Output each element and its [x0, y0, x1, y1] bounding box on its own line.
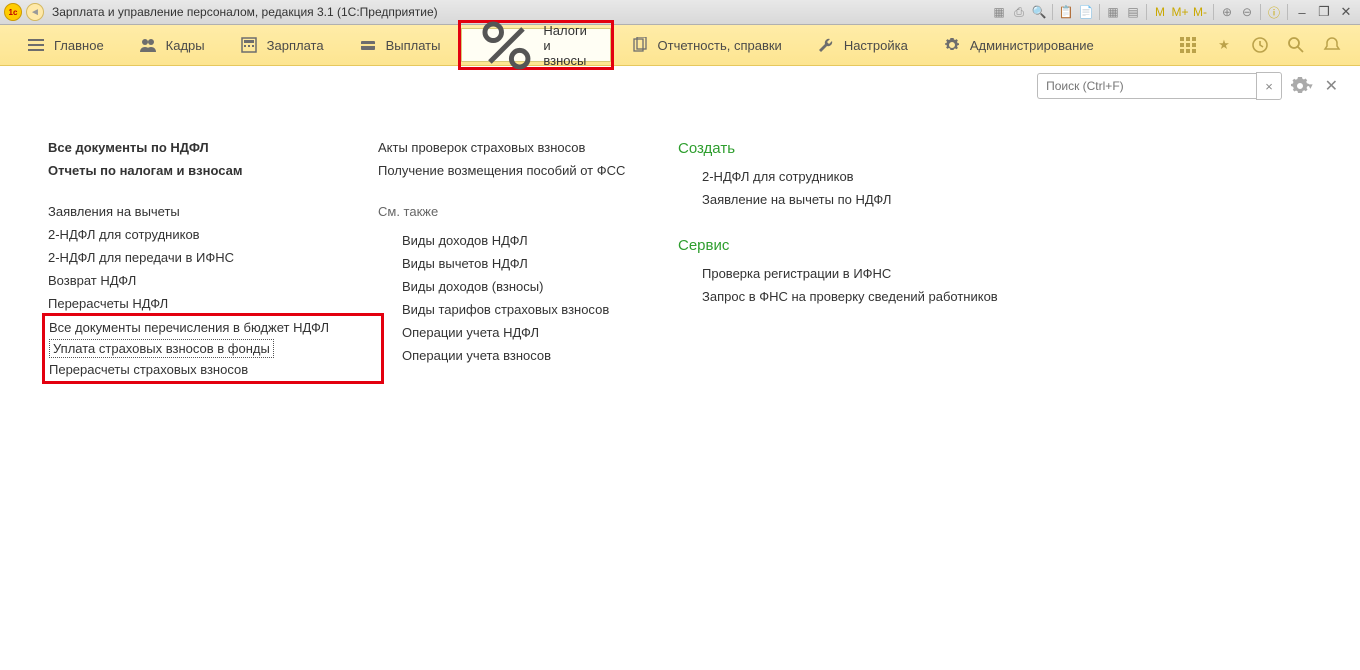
link-deduction-applications[interactable]: Заявления на вычеты — [48, 200, 378, 223]
minimize-button[interactable]: – — [1292, 5, 1312, 19]
see-also-heading: См. также — [378, 200, 678, 223]
menu-salary[interactable]: Зарплата — [223, 25, 342, 65]
menu-staff-label: Кадры — [166, 38, 205, 53]
separator — [1287, 4, 1288, 20]
link-create-2ndfl[interactable]: 2-НДФЛ для сотрудников — [678, 165, 1038, 188]
menu-admin-label: Администрирование — [970, 38, 1094, 53]
maximize-button[interactable]: ❐ — [1314, 5, 1334, 19]
people-icon — [140, 37, 156, 53]
close-panel-icon[interactable]: ✕ — [1321, 76, 1342, 96]
app-logo-icon: 1c — [4, 3, 22, 21]
link-fss-reimbursement[interactable]: Получение возмещения пособий от ФСС — [378, 159, 678, 182]
search-clear-button[interactable]: × — [1256, 72, 1282, 100]
service-heading[interactable]: Сервис — [678, 233, 1038, 262]
column-1: Все документы по НДФЛ Отчеты по налогам … — [48, 136, 378, 382]
top-menu: Главное Кадры Зарплата Выплаты Налоги и … — [0, 25, 1360, 66]
link-2ndfl-employees[interactable]: 2-НДФЛ для сотрудников — [48, 223, 378, 246]
preview-icon[interactable]: 🔍 — [1030, 3, 1048, 21]
content-area: Все документы по НДФЛ Отчеты по налогам … — [0, 106, 1360, 382]
zoom-in-icon[interactable]: ⊕ — [1218, 3, 1236, 21]
link-all-ndfl-docs[interactable]: Все документы по НДФЛ — [48, 136, 378, 159]
window-title: Зарплата и управление персоналом, редакц… — [48, 5, 438, 19]
percent-icon — [480, 19, 533, 72]
menu-taxes[interactable]: Налоги и взносы — [461, 28, 610, 62]
link-all-budget-transfer-docs[interactable]: Все документы перечисления в бюджет НДФЛ — [49, 318, 377, 337]
column-3: Создать 2-НДФЛ для сотрудников Заявление… — [678, 136, 1038, 382]
hamburger-icon — [28, 37, 44, 53]
link-ndfl-refund[interactable]: Возврат НДФЛ — [48, 269, 378, 292]
link-insurance-audit-acts[interactable]: Акты проверок страховых взносов — [378, 136, 678, 159]
menu-main[interactable]: Главное — [10, 25, 122, 65]
menu-payments-label: Выплаты — [386, 38, 441, 53]
menu-reports[interactable]: Отчетность, справки — [614, 25, 800, 65]
separator — [1099, 4, 1100, 20]
separator — [1260, 4, 1261, 20]
menu-settings-label: Настройка — [844, 38, 908, 53]
link-ndfl-income-types[interactable]: Виды доходов НДФЛ — [378, 229, 678, 252]
window-titlebar: 1c ◄ Зарплата и управление персоналом, р… — [0, 0, 1360, 25]
link-insurance-tariff-types[interactable]: Виды тарифов страховых взносов — [378, 298, 678, 321]
menu-main-label: Главное — [54, 38, 104, 53]
nav-back-icon[interactable]: ◄ — [26, 3, 44, 21]
table-icon[interactable]: ▤ — [1124, 3, 1142, 21]
link-create-deduction-application[interactable]: Заявление на вычеты по НДФЛ — [678, 188, 1038, 211]
titlebar-left: 1c ◄ Зарплата и управление персоналом, р… — [4, 3, 438, 21]
bell-icon[interactable] — [1322, 35, 1342, 55]
search-icon[interactable] — [1286, 35, 1306, 55]
spacer — [378, 182, 678, 200]
spacer — [48, 182, 378, 200]
highlight-box: Все документы перечисления в бюджет НДФЛ… — [42, 313, 384, 384]
create-heading[interactable]: Создать — [678, 136, 1038, 165]
calc-icon[interactable]: ▦ — [990, 3, 1008, 21]
titlebar-right: ▦ ⎙ 🔍 📋 📄 ▦ ▤ M M+ M- ⊕ ⊖ ⓘ – ❐ ✕ — [990, 3, 1356, 21]
link-contribution-operations[interactable]: Операции учета взносов — [378, 344, 678, 367]
menu-payments[interactable]: Выплаты — [342, 25, 459, 65]
column-2: Акты проверок страховых взносов Получени… — [378, 136, 678, 382]
info-icon[interactable]: ⓘ — [1265, 3, 1283, 21]
calendar-icon[interactable]: ▦ — [1104, 3, 1122, 21]
search-box: × — [1037, 72, 1282, 100]
separator — [1052, 4, 1053, 20]
menu-salary-label: Зарплата — [267, 38, 324, 53]
menu-taxes-label: Налоги и взносы — [543, 23, 591, 68]
menu-staff[interactable]: Кадры — [122, 25, 223, 65]
separator — [1213, 4, 1214, 20]
m-minus-icon[interactable]: M- — [1191, 3, 1209, 21]
apps-icon[interactable] — [1178, 35, 1198, 55]
link-ndfl-recalc[interactable]: Перерасчеты НДФЛ — [48, 292, 378, 315]
sub-toolbar: × ▾ ✕ — [0, 66, 1360, 106]
link-2ndfl-ifns[interactable]: 2-НДФЛ для передачи в ИФНС — [48, 246, 378, 269]
spacer — [678, 211, 1038, 233]
top-menu-tools: ★ — [1178, 35, 1350, 55]
link-ndfl-deduction-types[interactable]: Виды вычетов НДФЛ — [378, 252, 678, 275]
menu-admin[interactable]: Администрирование — [926, 25, 1112, 65]
documents-icon — [632, 37, 648, 53]
calculator-icon — [241, 37, 257, 53]
settings-gear-icon[interactable]: ▾ — [1290, 76, 1313, 96]
link-insurance-recalc[interactable]: Перерасчеты страховых взносов — [49, 360, 377, 379]
menu-settings[interactable]: Настройка — [800, 25, 926, 65]
wrench-icon — [818, 37, 834, 53]
clipboard-icon[interactable]: 📋 — [1057, 3, 1075, 21]
gear-icon — [944, 37, 960, 53]
link-check-ifns-registration[interactable]: Проверка регистрации в ИФНС — [678, 262, 1038, 285]
link-tax-reports[interactable]: Отчеты по налогам и взносам — [48, 159, 378, 182]
m-clear-icon[interactable]: M — [1151, 3, 1169, 21]
link-insurance-payments-selected[interactable]: Уплата страховых взносов в фонды — [49, 339, 274, 358]
link-contribution-income-types[interactable]: Виды доходов (взносы) — [378, 275, 678, 298]
m-plus-icon[interactable]: M+ — [1171, 3, 1189, 21]
doc-icon[interactable]: 📄 — [1077, 3, 1095, 21]
history-icon[interactable] — [1250, 35, 1270, 55]
search-input[interactable] — [1037, 73, 1256, 99]
star-icon[interactable]: ★ — [1214, 35, 1234, 55]
separator — [1146, 4, 1147, 20]
link-ndfl-operations[interactable]: Операции учета НДФЛ — [378, 321, 678, 344]
close-button[interactable]: ✕ — [1336, 5, 1356, 19]
zoom-out-icon[interactable]: ⊖ — [1238, 3, 1256, 21]
link-fns-employee-verify[interactable]: Запрос в ФНС на проверку сведений работн… — [678, 285, 1038, 308]
print-icon[interactable]: ⎙ — [1010, 3, 1028, 21]
menu-reports-label: Отчетность, справки — [658, 38, 782, 53]
menu-taxes-highlight: Налоги и взносы — [458, 20, 613, 70]
wallet-icon — [360, 37, 376, 53]
